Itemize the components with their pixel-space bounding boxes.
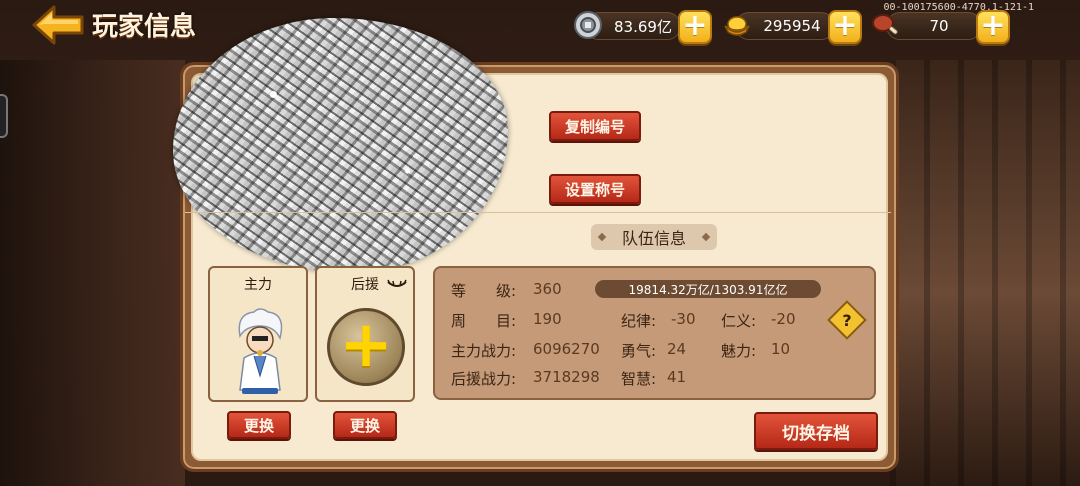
add-support-button[interactable]: + [327, 308, 405, 386]
hero-portrait [238, 308, 283, 394]
plus-icon: + [832, 7, 858, 43]
support-power-label: 后援战力: [451, 370, 517, 388]
support-hero-slot[interactable]: 后援 + [315, 266, 415, 402]
main-hero-slot[interactable]: 主力 [208, 266, 308, 402]
silver-coin-icon [573, 10, 603, 40]
back-arrow-icon [32, 5, 84, 45]
courage-value: 24 [667, 340, 687, 358]
discipline-label: 纪律: [621, 312, 657, 330]
charm-label: 魅力: [721, 342, 757, 360]
back-button[interactable] [30, 4, 86, 46]
background-left [0, 60, 185, 486]
level-value: 360 [533, 280, 562, 298]
round-value: 190 [533, 310, 562, 328]
team-info-heading: 队伍信息 [591, 224, 717, 250]
stamina-display: 70 [886, 12, 982, 40]
stamina-add-button[interactable]: + [976, 10, 1010, 44]
gold-value: 295954 [763, 17, 821, 35]
background-right [890, 60, 1080, 486]
benevolence-label: 仁义: [721, 312, 757, 330]
charm-value: 10 [771, 340, 791, 358]
help-glyph: ? [842, 310, 852, 330]
main-power-value: 6096270 [533, 340, 600, 358]
main-power-label: 主力战力: [451, 342, 517, 360]
silver-value: 83.69亿 [614, 17, 672, 36]
benevolence-value: -20 [771, 310, 796, 328]
switch-save-button[interactable]: 切换存档 [754, 412, 878, 450]
meat-icon [870, 10, 900, 40]
exp-bar: 19814.32万亿/1303.91亿亿 [595, 280, 821, 298]
plus-icon: + [339, 308, 393, 382]
team-stats-box: 等 级: 360 19814.32万亿/1303.91亿亿 周 目: 190 纪… [433, 266, 876, 400]
level-label: 等 级: [451, 282, 517, 300]
gold-add-button[interactable]: + [828, 10, 862, 44]
section-divider [185, 212, 891, 213]
stamina-value: 70 [929, 17, 949, 35]
set-title-button[interactable]: 设置称号 [549, 174, 641, 204]
silver-add-button[interactable]: + [678, 10, 712, 44]
wisdom-label: 智慧: [621, 370, 657, 388]
exp-text: 19814.32万亿/1303.91亿亿 [628, 282, 788, 297]
player-avatar [173, 18, 508, 273]
courage-label: 勇气: [621, 342, 657, 360]
discipline-value: -30 [671, 310, 696, 328]
plus-icon: + [980, 7, 1006, 43]
copy-id-button[interactable]: 复制编号 [549, 111, 641, 141]
gold-ingot-icon [722, 10, 752, 40]
help-icon[interactable]: ? [827, 300, 867, 340]
support-swap-button[interactable]: 更换 [333, 411, 397, 439]
eye-icon[interactable] [387, 278, 407, 290]
wisdom-value: 41 [667, 368, 687, 386]
main-swap-button[interactable]: 更换 [227, 411, 291, 439]
page-title: 玩家信息 [92, 12, 197, 42]
main-slot-label: 主力 [244, 277, 272, 293]
round-label: 周 目: [451, 312, 517, 330]
plus-icon: + [682, 7, 708, 43]
support-power-value: 3718298 [533, 368, 600, 386]
side-handle[interactable] [0, 94, 8, 138]
